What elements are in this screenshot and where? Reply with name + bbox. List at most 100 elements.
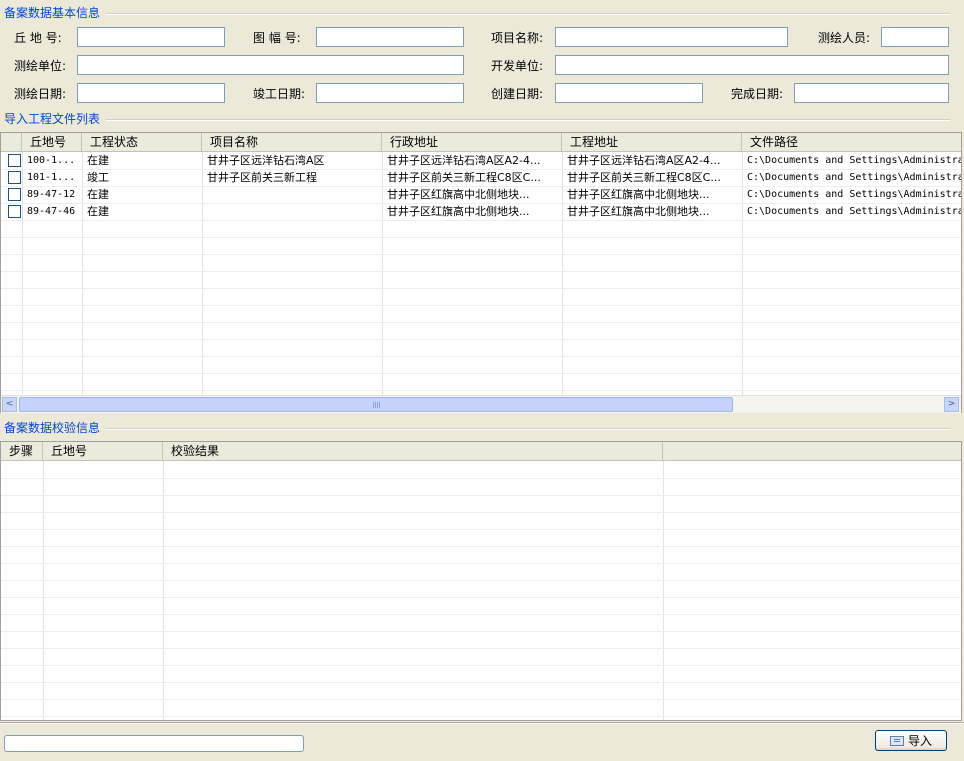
cell-file-path: C:\Documents and Settings\Administra <box>747 206 962 217</box>
developer-input[interactable] <box>555 55 949 75</box>
survey-date-input[interactable] <box>77 83 225 103</box>
finish-date-label: 完成日期: <box>731 87 784 101</box>
validation-grid[interactable]: 步骤 丘地号 校验结果 <box>0 441 962 721</box>
cell-project <box>202 186 382 203</box>
cell-qiudi: 89-47-12 <box>27 189 76 200</box>
create-date-input[interactable] <box>555 83 703 103</box>
empty-row <box>1 665 961 683</box>
finish-date-input[interactable] <box>794 83 949 103</box>
empty-row <box>1 529 961 547</box>
basic-info-divider <box>4 13 950 15</box>
scrollbar-thumb[interactable] <box>19 397 733 412</box>
empty-row <box>1 373 961 391</box>
validation-title: 备案数据校验信息 <box>4 421 107 435</box>
header-project[interactable]: 项目名称 <box>202 133 382 151</box>
header-filler <box>663 442 961 460</box>
header-file-path[interactable]: 文件路径 <box>742 133 961 151</box>
file-list-title: 导入工程文件列表 <box>4 112 107 126</box>
row-checkbox[interactable] <box>8 205 21 218</box>
import-icon <box>889 735 904 746</box>
qiudi-label: 丘 地 号: <box>14 31 62 45</box>
empty-row <box>1 288 961 306</box>
cell-status: 在建 <box>87 188 109 201</box>
empty-row <box>1 682 961 700</box>
empty-row <box>1 546 961 564</box>
horizontal-scrollbar[interactable]: < > <box>1 395 961 413</box>
row-checkbox[interactable] <box>8 171 21 184</box>
empty-row <box>1 356 961 374</box>
project-name-input[interactable] <box>555 27 788 47</box>
cell-project-address: 甘井子区红旗高中北侧地块... <box>567 205 710 218</box>
empty-row <box>1 220 961 238</box>
cell-admin-address: 甘井子区红旗高中北侧地块... <box>387 188 530 201</box>
table-row[interactable]: 89-47-46 在建 甘井子区红旗高中北侧地块... 甘井子区红旗高中北侧地块… <box>1 203 961 221</box>
cell-admin-address: 甘井子区红旗高中北侧地块... <box>387 205 530 218</box>
header-status[interactable]: 工程状态 <box>82 133 202 151</box>
basic-info-title: 备案数据基本信息 <box>4 6 107 20</box>
survey-unit-label: 测绘单位: <box>14 59 67 73</box>
empty-row <box>1 237 961 255</box>
cell-status: 在建 <box>87 154 109 167</box>
survey-date-label: 测绘日期: <box>14 87 67 101</box>
cell-qiudi: 100-1... <box>27 155 76 166</box>
file-list-body: 100-1... 在建 甘井子区远洋钻石湾A区 甘井子区远洋钻石湾A区A2-4.… <box>1 152 961 395</box>
cell-project <box>202 203 382 220</box>
row-checkbox[interactable] <box>8 188 21 201</box>
header-result[interactable]: 校验结果 <box>163 442 663 460</box>
table-row[interactable]: 89-47-12 在建 甘井子区红旗高中北侧地块... 甘井子区红旗高中北侧地块… <box>1 186 961 204</box>
empty-row <box>1 563 961 581</box>
scroll-left-icon[interactable]: < <box>2 397 17 412</box>
file-list-divider <box>4 119 950 121</box>
cell-status: 竣工 <box>87 171 109 184</box>
tufu-label: 图 幅 号: <box>253 31 301 45</box>
project-name-label: 项目名称: <box>491 31 544 45</box>
qiudi-input[interactable] <box>77 27 225 47</box>
cell-project-address: 甘井子区红旗高中北侧地块... <box>567 188 710 201</box>
empty-row <box>1 631 961 649</box>
cell-file-path: C:\Documents and Settings\Administra <box>747 189 962 200</box>
validation-header: 步骤 丘地号 校验结果 <box>1 442 961 461</box>
import-button-label: 导入 <box>907 734 932 748</box>
surveyor-input[interactable] <box>881 27 949 47</box>
empty-row <box>1 512 961 530</box>
empty-row <box>1 699 961 717</box>
tufu-input[interactable] <box>316 27 464 47</box>
empty-row <box>1 648 961 666</box>
cell-project-address: 甘井子区远洋钻石湾A区A2-4... <box>567 154 721 167</box>
table-row[interactable]: 100-1... 在建 甘井子区远洋钻石湾A区 甘井子区远洋钻石湾A区A2-4.… <box>1 152 961 170</box>
empty-row <box>1 495 961 513</box>
cell-admin-address: 甘井子区前关三新工程C8区C... <box>387 171 541 184</box>
developer-label: 开发单位: <box>491 59 544 73</box>
survey-unit-input[interactable] <box>77 55 464 75</box>
table-row[interactable]: 101-1... 竣工 甘井子区前关三新工程 甘井子区前关三新工程C8区C...… <box>1 169 961 187</box>
header-qiudi[interactable]: 丘地号 <box>43 442 163 460</box>
empty-row <box>1 305 961 323</box>
file-list-grid[interactable]: 丘地号 工程状态 项目名称 行政地址 工程地址 文件路径 100-1... 在建… <box>0 132 962 413</box>
header-step[interactable]: 步骤 <box>1 442 43 460</box>
footer-divider <box>0 722 964 724</box>
cell-file-path: C:\Documents and Settings\Administra <box>747 155 962 166</box>
empty-row <box>1 461 961 479</box>
cell-status: 在建 <box>87 205 109 218</box>
cell-project: 甘井子区远洋钻石湾A区 <box>207 154 325 167</box>
cell-project: 甘井子区前关三新工程 <box>207 171 317 184</box>
scroll-right-icon[interactable]: > <box>944 397 959 412</box>
validation-body <box>1 461 961 720</box>
cell-project-address: 甘井子区前关三新工程C8区C... <box>567 171 721 184</box>
cell-qiudi: 89-47-46 <box>27 206 76 217</box>
cell-admin-address: 甘井子区远洋钻石湾A区A2-4... <box>387 154 541 167</box>
completion-date-input[interactable] <box>316 83 464 103</box>
progress-bar <box>4 735 304 752</box>
file-list-header: 丘地号 工程状态 项目名称 行政地址 工程地址 文件路径 <box>1 133 961 152</box>
empty-row <box>1 322 961 340</box>
header-project-address[interactable]: 工程地址 <box>562 133 742 151</box>
create-date-label: 创建日期: <box>491 87 544 101</box>
surveyor-label: 测绘人员: <box>818 31 871 45</box>
header-qiudi[interactable]: 丘地号 <box>22 133 82 151</box>
row-checkbox[interactable] <box>8 154 21 167</box>
header-checkbox-col <box>1 133 22 151</box>
empty-row <box>1 271 961 289</box>
empty-row <box>1 580 961 598</box>
header-admin-address[interactable]: 行政地址 <box>382 133 562 151</box>
import-button[interactable]: 导入 <box>875 730 947 751</box>
